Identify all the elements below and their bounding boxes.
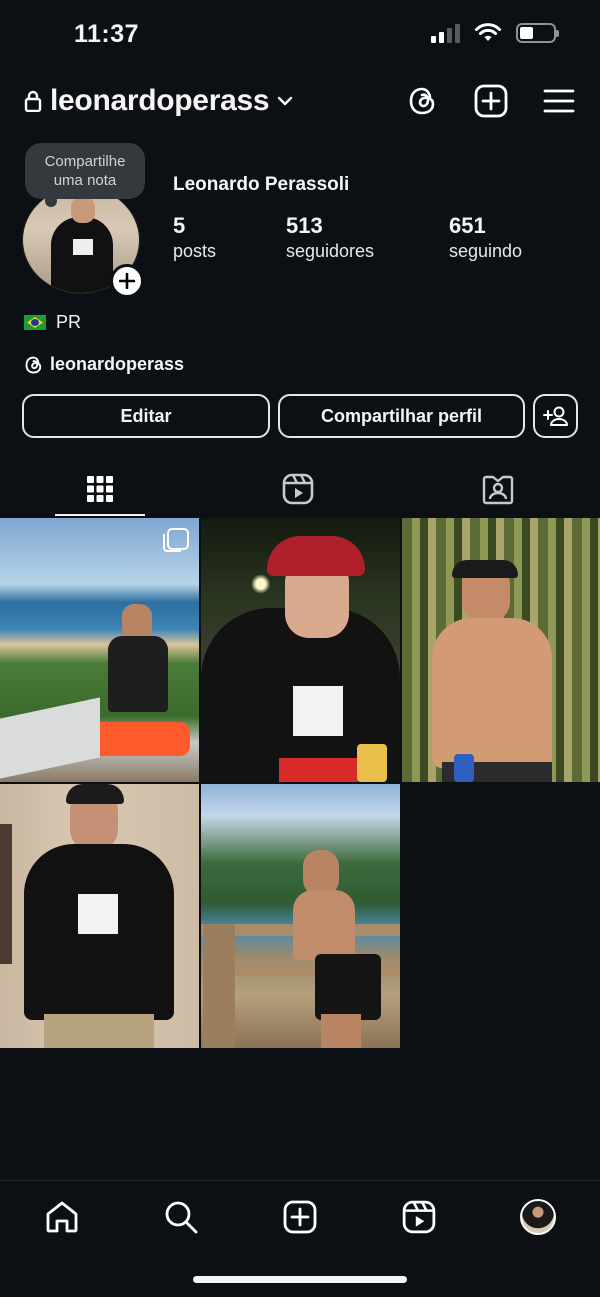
add-person-icon bbox=[542, 406, 568, 426]
stat-followers[interactable]: 513 seguidores bbox=[286, 213, 374, 262]
stat-value: 513 bbox=[286, 213, 323, 238]
active-tab-indicator bbox=[55, 514, 145, 516]
threads-icon[interactable] bbox=[406, 84, 440, 118]
bio-location: PR bbox=[24, 312, 81, 333]
post-thumbnail[interactable] bbox=[201, 784, 400, 1048]
profile-header: leonardoperass bbox=[0, 80, 600, 124]
display-name: Leonardo Perassoli bbox=[173, 174, 350, 195]
multi-photo-icon bbox=[163, 528, 189, 552]
home-icon bbox=[46, 1201, 78, 1233]
share-profile-button[interactable]: Compartilhar perfil bbox=[278, 394, 525, 438]
nav-profile[interactable] bbox=[508, 1195, 568, 1239]
stat-posts[interactable]: 5 posts bbox=[173, 213, 216, 262]
signal-icon bbox=[431, 23, 460, 43]
discover-people-button[interactable] bbox=[533, 394, 578, 438]
nav-reels[interactable] bbox=[389, 1195, 449, 1239]
stat-label: seguindo bbox=[449, 241, 523, 261]
threads-profile-link[interactable]: leonardoperass bbox=[24, 354, 184, 375]
post-thumbnail[interactable] bbox=[402, 518, 600, 782]
edit-profile-button[interactable]: Editar bbox=[22, 394, 270, 438]
threads-icon bbox=[25, 356, 42, 373]
brazil-flag-icon bbox=[24, 315, 46, 330]
header-actions bbox=[406, 84, 576, 118]
share-note-bubble[interactable]: Compartilhe uma nota bbox=[25, 143, 145, 207]
post-thumbnail[interactable] bbox=[0, 784, 199, 1048]
note-line-1: Compartilhe bbox=[44, 153, 126, 170]
profile-avatar-icon bbox=[520, 1199, 556, 1235]
stat-label: posts bbox=[173, 241, 217, 261]
search-icon bbox=[165, 1201, 198, 1234]
profile-actions: Editar Compartilhar perfil bbox=[22, 394, 578, 438]
tab-tagged[interactable] bbox=[398, 460, 598, 518]
nav-create[interactable] bbox=[270, 1195, 330, 1239]
post-thumbnail[interactable] bbox=[0, 518, 199, 782]
add-story-button[interactable] bbox=[110, 264, 144, 298]
status-bar: 11:37 bbox=[0, 0, 600, 70]
battery-icon bbox=[516, 23, 559, 43]
grid-icon bbox=[87, 476, 113, 502]
profile-stats: 5 posts 513 seguidores 651 seguindo bbox=[173, 213, 573, 273]
tagged-icon bbox=[482, 475, 514, 505]
create-icon bbox=[283, 1200, 317, 1234]
threads-handle: leonardoperass bbox=[50, 354, 185, 374]
reels-icon bbox=[402, 1200, 436, 1234]
note-line-2: uma nota bbox=[53, 172, 117, 189]
stat-value: 651 bbox=[449, 213, 486, 238]
nav-search[interactable] bbox=[151, 1195, 211, 1239]
chevron-down-icon bbox=[278, 96, 293, 106]
account-switcher[interactable]: leonardoperass bbox=[24, 84, 293, 118]
create-post-icon[interactable] bbox=[474, 84, 508, 118]
stat-following[interactable]: 651 seguindo bbox=[449, 213, 522, 262]
status-icons bbox=[431, 22, 559, 44]
status-time: 11:37 bbox=[74, 20, 140, 48]
location-text: PR bbox=[56, 312, 82, 332]
nav-home[interactable] bbox=[32, 1195, 92, 1239]
profile-tabs bbox=[0, 460, 600, 518]
tab-grid[interactable] bbox=[0, 460, 200, 518]
post-thumbnail[interactable] bbox=[201, 518, 400, 782]
plus-icon bbox=[119, 273, 135, 289]
tab-reels[interactable] bbox=[198, 460, 398, 518]
reels-icon bbox=[282, 473, 314, 505]
wifi-icon bbox=[475, 23, 501, 41]
menu-icon[interactable] bbox=[542, 84, 576, 118]
username: leonardoperass bbox=[50, 84, 270, 117]
stat-label: seguidores bbox=[286, 241, 375, 261]
home-indicator bbox=[193, 1276, 407, 1283]
lock-icon bbox=[24, 90, 42, 112]
stat-value: 5 bbox=[173, 213, 186, 238]
